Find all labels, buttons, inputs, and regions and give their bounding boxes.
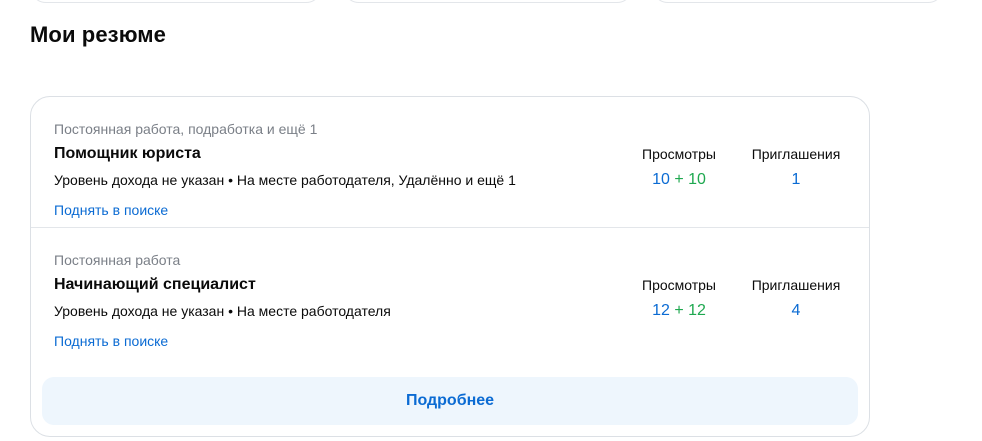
- views-label: Просмотры: [642, 146, 716, 162]
- invites-label: Приглашения: [751, 146, 841, 162]
- resume-title[interactable]: Начинающий специалист: [54, 276, 256, 294]
- invites-value[interactable]: 1: [741, 171, 851, 189]
- resumes-panel: Постоянная работа, подработка и ещё 1 По…: [30, 96, 870, 437]
- resume-info: Уровень дохода не указан • На месте рабо…: [54, 172, 516, 188]
- views-label: Просмотры: [642, 277, 716, 293]
- top-card-2[interactable]: [343, 0, 633, 3]
- resume-card[interactable]: Постоянная работа Начинающий специалист …: [31, 228, 869, 359]
- views-new: + 12: [674, 302, 706, 319]
- views-total: 10: [652, 171, 670, 188]
- raise-in-search-link[interactable]: Поднять в поиске: [54, 202, 168, 218]
- raise-in-search-link[interactable]: Поднять в поиске: [54, 333, 168, 349]
- resume-info: Уровень дохода не указан • На месте рабо…: [54, 303, 391, 319]
- top-card-3[interactable]: [652, 0, 944, 3]
- employment-type: Постоянная работа: [54, 252, 181, 268]
- resume-card[interactable]: Постоянная работа, подработка и ещё 1 По…: [31, 97, 869, 228]
- views-value[interactable]: 12 + 12: [629, 302, 729, 320]
- views-value[interactable]: 10 + 10: [629, 171, 729, 189]
- views-new: + 10: [674, 171, 706, 188]
- more-button[interactable]: Подробнее: [42, 377, 858, 425]
- section-title: Мои резюме: [30, 22, 167, 47]
- invites-value[interactable]: 4: [741, 302, 851, 320]
- views-total: 12: [652, 302, 670, 319]
- top-card-1[interactable]: [30, 0, 322, 3]
- employment-type: Постоянная работа, подработка и ещё 1: [54, 121, 318, 137]
- resume-title[interactable]: Помощник юриста: [54, 145, 201, 163]
- invites-label: Приглашения: [751, 277, 841, 293]
